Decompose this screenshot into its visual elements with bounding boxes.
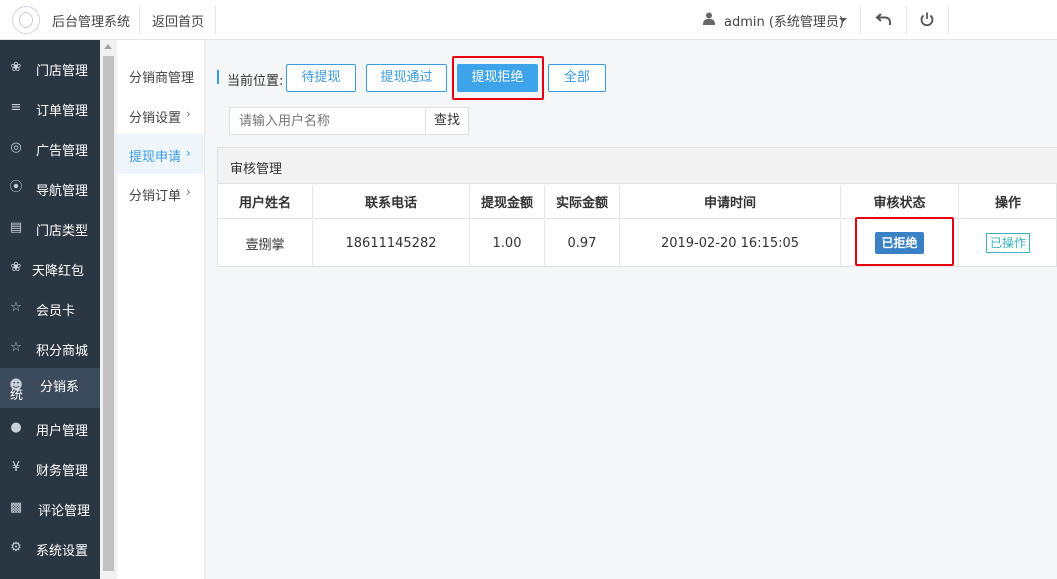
star-icon: ☆ xyxy=(10,340,22,355)
star-icon: ☆ xyxy=(10,300,22,315)
scroll-up-arrow[interactable] xyxy=(104,44,112,49)
yen-icon: ¥ xyxy=(11,460,21,475)
cell-user-name: 壹捌掌 xyxy=(218,220,313,266)
sidebar-item-points-mall[interactable]: ☆ 积分商城 xyxy=(0,328,100,368)
filter-all-button[interactable]: 全部 xyxy=(548,64,606,92)
scrollbar-thumb[interactable] xyxy=(103,56,114,571)
cell-actual-amount: 0.97 xyxy=(545,220,620,266)
header-divider xyxy=(906,6,907,34)
sidebar-item-label: 统 xyxy=(10,388,24,403)
panel-title: 审核管理 xyxy=(230,162,283,177)
sidebar-item-users[interactable]: ● 用户管理 xyxy=(0,408,100,448)
top-header: 后台管理系统 返回首页 admin (系统管理员) xyxy=(0,0,1057,40)
column-header: 操作 xyxy=(959,185,1057,219)
chevron-right-icon: › xyxy=(186,107,191,121)
user-icon: ● xyxy=(10,420,22,435)
cell-apply-time: 2019-02-20 16:15:05 xyxy=(620,220,841,266)
filter-pending-button[interactable]: 待提现 xyxy=(286,64,356,92)
compass-icon: ⦿ xyxy=(9,180,23,195)
sidebar-item-store-type[interactable]: ▤ 门店类型 xyxy=(0,208,100,248)
back-home-link[interactable]: 返回首页 xyxy=(152,11,204,30)
bank-icon: ▤ xyxy=(9,220,23,235)
user-menu[interactable]: admin (系统管理员) xyxy=(724,11,844,30)
sidebar-item-label: 评论管理 xyxy=(38,504,91,519)
sidebar: ❀ 门店管理 ≡ 订单管理 ◎ 广告管理 ⦿ 导航管理 ▤ 门店类型 ❀ 天降红… xyxy=(0,40,100,579)
submenu-item-label: 分销订单 xyxy=(129,189,182,204)
system-title: 后台管理系统 xyxy=(52,15,131,30)
submenu-item-withdraw-request[interactable]: 提现申请 › xyxy=(117,134,204,174)
column-header: 用户姓名 xyxy=(218,185,313,219)
sidebar-item-label: 积分商城 xyxy=(36,344,89,359)
user-icon xyxy=(703,12,715,25)
highlight-box xyxy=(855,217,954,266)
sidebar-item-store[interactable]: ❀ 门店管理 xyxy=(0,48,100,88)
sidebar-item-label: 门店管理 xyxy=(36,64,89,79)
gift-icon: ❀ xyxy=(10,260,22,275)
store-icon: ❀ xyxy=(10,60,22,75)
submenu-item-label: 提现申请 xyxy=(129,150,182,165)
cell-phone: 18611145282 xyxy=(313,220,470,266)
column-header: 实际金额 xyxy=(545,185,620,219)
header-divider xyxy=(215,6,216,34)
logo xyxy=(12,6,40,34)
sidebar-item-label: 会员卡 xyxy=(36,304,76,319)
column-header: 申请时间 xyxy=(620,185,841,219)
sidebar-item-label: 系统设置 xyxy=(36,544,89,559)
sidebar-item-label: 门店类型 xyxy=(36,224,89,239)
submenu-item-distribution-orders[interactable]: 分销订单 › xyxy=(117,173,204,213)
breadcrumb-marker xyxy=(217,70,219,84)
sidebar-item-ads[interactable]: ◎ 广告管理 xyxy=(0,128,100,168)
sidebar-item-label: 订单管理 xyxy=(36,104,89,119)
submenu-item-distribution-settings[interactable]: 分销设置 › xyxy=(117,95,204,135)
column-header: 提现金额 xyxy=(470,185,545,219)
cell-action: 已操作 xyxy=(959,220,1057,266)
filter-rejected-button[interactable]: 提现拒绝 xyxy=(457,64,538,92)
sidebar-item-red-packet[interactable]: ❀ 天降红包 xyxy=(0,248,100,288)
chevron-down-icon[interactable] xyxy=(839,18,847,22)
header-divider xyxy=(860,6,861,34)
sidebar-item-comments[interactable]: ▩ 评论管理 xyxy=(0,488,100,528)
search-input[interactable] xyxy=(229,107,426,135)
sidebar-item-finance[interactable]: ¥ 财务管理 xyxy=(0,448,100,488)
column-header: 联系电话 xyxy=(313,185,470,219)
filter-approved-button[interactable]: 提现通过 xyxy=(366,64,447,92)
sidebar-item-label: 分销系 xyxy=(40,380,80,395)
header-divider xyxy=(139,6,140,34)
gear-icon: ⚙ xyxy=(10,540,22,555)
submenu-item-label: 分销商管理 xyxy=(129,71,195,86)
sidebar-item-settings[interactable]: ⚙ 系统设置 xyxy=(0,528,100,568)
undo-icon[interactable] xyxy=(876,12,892,26)
panel-header: 审核管理 xyxy=(218,148,1057,184)
chevron-right-icon: › xyxy=(186,146,191,160)
chevron-right-icon: › xyxy=(186,185,191,199)
header-divider xyxy=(948,6,949,34)
lifebuoy-icon: ◎ xyxy=(10,140,22,155)
sidebar-item-label: 财务管理 xyxy=(36,464,89,479)
money-icon: ▩ xyxy=(9,500,23,515)
sidebar-item-label: 广告管理 xyxy=(36,144,89,159)
cell-withdraw-amount: 1.00 xyxy=(470,220,545,266)
column-header: 审核状态 xyxy=(841,185,959,219)
submenu: 分销商管理 分销设置 › 提现申请 › 分销订单 › xyxy=(117,40,205,579)
sidebar-item-member-card[interactable]: ☆ 会员卡 xyxy=(0,288,100,328)
breadcrumb: 当前位置: xyxy=(227,74,284,89)
submenu-item-label: 分销设置 xyxy=(129,111,182,126)
list-icon: ≡ xyxy=(10,100,22,115)
search-button[interactable]: 查找 xyxy=(425,107,469,135)
sidebar-item-navigation[interactable]: ⦿ 导航管理 xyxy=(0,168,100,208)
sidebar-item-distribution[interactable]: ☻ 分销系 统 xyxy=(0,368,100,408)
submenu-item-distributor[interactable]: 分销商管理 xyxy=(117,55,204,95)
sidebar-item-label: 导航管理 xyxy=(36,184,89,199)
power-icon[interactable] xyxy=(919,11,935,27)
sidebar-item-label: 用户管理 xyxy=(36,424,89,439)
sidebar-item-orders[interactable]: ≡ 订单管理 xyxy=(0,88,100,128)
action-button[interactable]: 已操作 xyxy=(985,233,1030,253)
sidebar-item-label: 天降红包 xyxy=(32,264,85,279)
